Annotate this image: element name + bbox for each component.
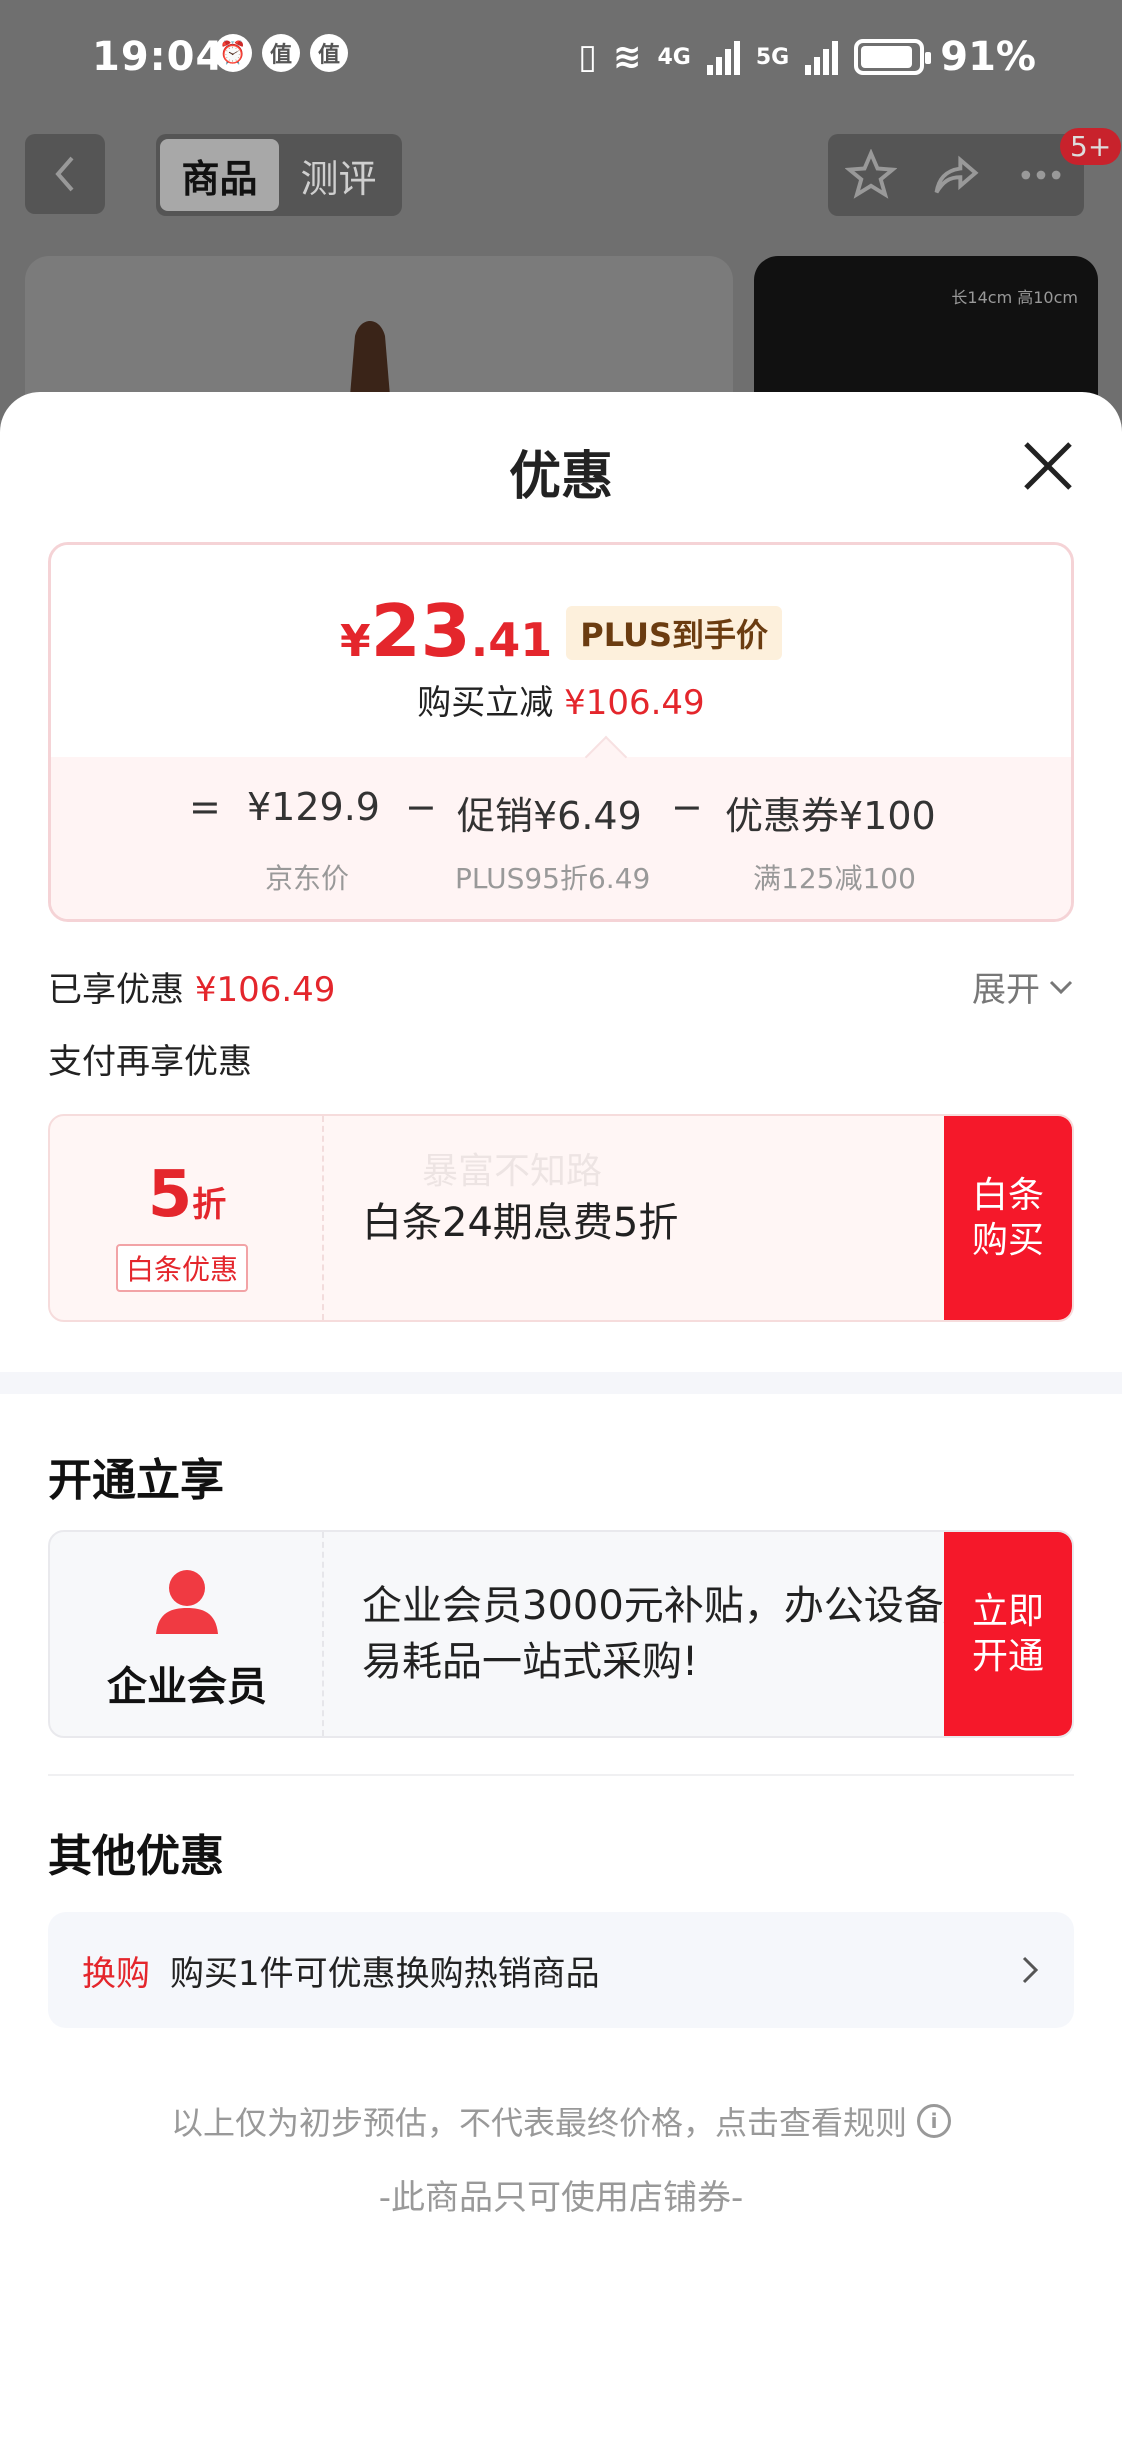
pay-more-label: 支付再享优惠 [48,1042,252,1082]
close-button[interactable] [1016,434,1080,498]
promo-amount: 促销¥6.49 [457,794,642,838]
minus-sign: − [405,785,437,829]
jd-price: ¥129.9 [247,785,380,829]
enjoyed-discount: 已享优惠 ¥106.49 [48,962,335,1011]
baitiao-discount: 5折 [50,1158,324,1232]
chevron-left-icon [55,156,74,192]
discount-unit: 折 [192,1185,227,1225]
sheet-title: 优惠 [508,447,613,507]
alarm-icon: ⏰ [214,34,252,72]
nav-actions [828,134,1084,216]
info-icon: i [917,2104,951,2138]
divider [48,1774,1074,1776]
watermark: 暴富不知路 [422,1151,603,1192]
final-price-row: ¥23.41 PLUS到手价 [51,589,1071,673]
back-button[interactable] [25,134,105,214]
coupon-amount: 优惠券¥100 [725,794,936,838]
more-icon[interactable] [1015,149,1067,201]
discount-number: 5 [147,1158,193,1232]
wifi-icon: ≋ [613,37,642,77]
price-integer: 23 [370,589,471,673]
enjoyed-label: 已享优惠 [48,970,184,1010]
swap-text: 购买1件可优惠换购热销商品 [170,1953,600,1994]
minus-sign: − [671,785,703,829]
app-notification-icon: 值 [262,34,300,72]
shop-coupon-note: -此商品只可使用店铺券- [378,2178,744,2218]
expand-button[interactable]: 展开 [972,962,1074,1011]
network-5g-label: 5G [755,44,790,70]
dimension-label: 长14cm 高10cm [951,288,1078,307]
disclaimer[interactable]: 以上仅为初步预估，不代表最终价格，点击查看规则 i [0,2098,1122,2144]
open-section-title: 开通立享 [48,1455,224,1506]
equals-sign: = [189,785,221,829]
swap-offer-row[interactable]: 换购 购买1件可优惠换购热销商品 [48,1912,1074,2028]
user-icon [156,1570,218,1634]
chevron-right-icon [1022,1956,1039,1984]
reduce-value: ¥106.49 [564,683,705,723]
close-icon [1024,442,1072,490]
app-notification-icon: 值 [310,34,348,72]
star-icon[interactable] [844,149,897,201]
reduce-label: 购买立减 [417,683,554,723]
signal-icon [805,39,839,75]
section-divider [0,1372,1122,1394]
tab-product[interactable]: 商品 [160,139,279,211]
signal-icon [706,39,740,75]
final-price: ¥23.41 [340,589,552,673]
price-decimal: .41 [470,613,553,667]
nav-tabs: 商品 测评 [156,134,402,216]
share-icon[interactable] [930,149,982,201]
message-count-badge: 5+ [1060,128,1122,165]
price-currency: ¥ [339,616,371,667]
network-4g-label: 4G [657,44,691,70]
enterprise-member-card[interactable]: 企业会员 企业会员3000元补贴，办公设备/易耗品一站式采购! 立即开通 [48,1530,1074,1738]
baitiao-tag: 白条优惠 [116,1244,249,1292]
discount-sheet: 优惠 ¥23.41 PLUS到手价 购买立减 ¥106.49 = ¥129.9 … [0,392,1122,2442]
status-notification-icons: ⏰ 值 值 [214,34,348,72]
tab-review[interactable]: 测评 [279,139,398,211]
status-right: ▯ ≋ 4G 5G 91% [578,34,1036,80]
status-bar: 19:04 ⏰ 值 值 ▯ ≋ 4G 5G 91% [0,0,1122,118]
enjoyed-value: ¥106.49 [194,970,336,1010]
promo-label: PLUS95折6.49 [455,862,651,895]
baitiao-buy-label: 白条购买 [971,1175,1044,1261]
price-formula: = ¥129.9 − 促销¥6.49 − 优惠券¥100 京东价 PLUS95折… [51,735,1071,919]
swap-tag: 换购 [82,1953,150,1994]
battery-icon [854,39,932,75]
price-summary: ¥23.41 PLUS到手价 购买立减 ¥106.49 [51,545,1071,757]
open-now-button[interactable]: 立即开通 [944,1532,1072,1736]
disclaimer-text: 以上仅为初步预估，不代表最终价格，点击查看规则 [170,2104,907,2142]
status-time: 19:04 [92,34,225,80]
jd-price-label: 京东价 [265,862,350,895]
baitiao-buy-button[interactable]: 白条购买 [944,1116,1072,1320]
other-section-title: 其他优惠 [48,1831,224,1882]
member-label: 企业会员 [107,1664,267,1710]
member-text: 企业会员3000元补贴，办公设备/易耗品一站式采购! [362,1583,958,1685]
baitiao-offer-card[interactable]: 5折 白条优惠 暴富不知路 白条24期息费5折 白条购买 [48,1114,1074,1322]
baitiao-text: 白条24期息费5折 [362,1200,679,1246]
vibrate-icon: ▯ [578,37,597,77]
reduce-line: 购买立减 ¥106.49 [51,675,1071,724]
member-icon-area: 企业会员 [50,1532,324,1736]
open-now-label: 立即开通 [971,1591,1044,1677]
battery-percent: 91% [940,34,1036,80]
chevron-down-icon [1049,980,1073,994]
baitiao-discount-area: 5折 白条优惠 [50,1116,324,1320]
price-card: ¥23.41 PLUS到手价 购买立减 ¥106.49 = ¥129.9 − 促… [48,542,1074,922]
expand-label: 展开 [972,970,1040,1010]
coupon-label: 满125减100 [753,862,916,895]
plus-price-tag: PLUS到手价 [566,606,783,660]
